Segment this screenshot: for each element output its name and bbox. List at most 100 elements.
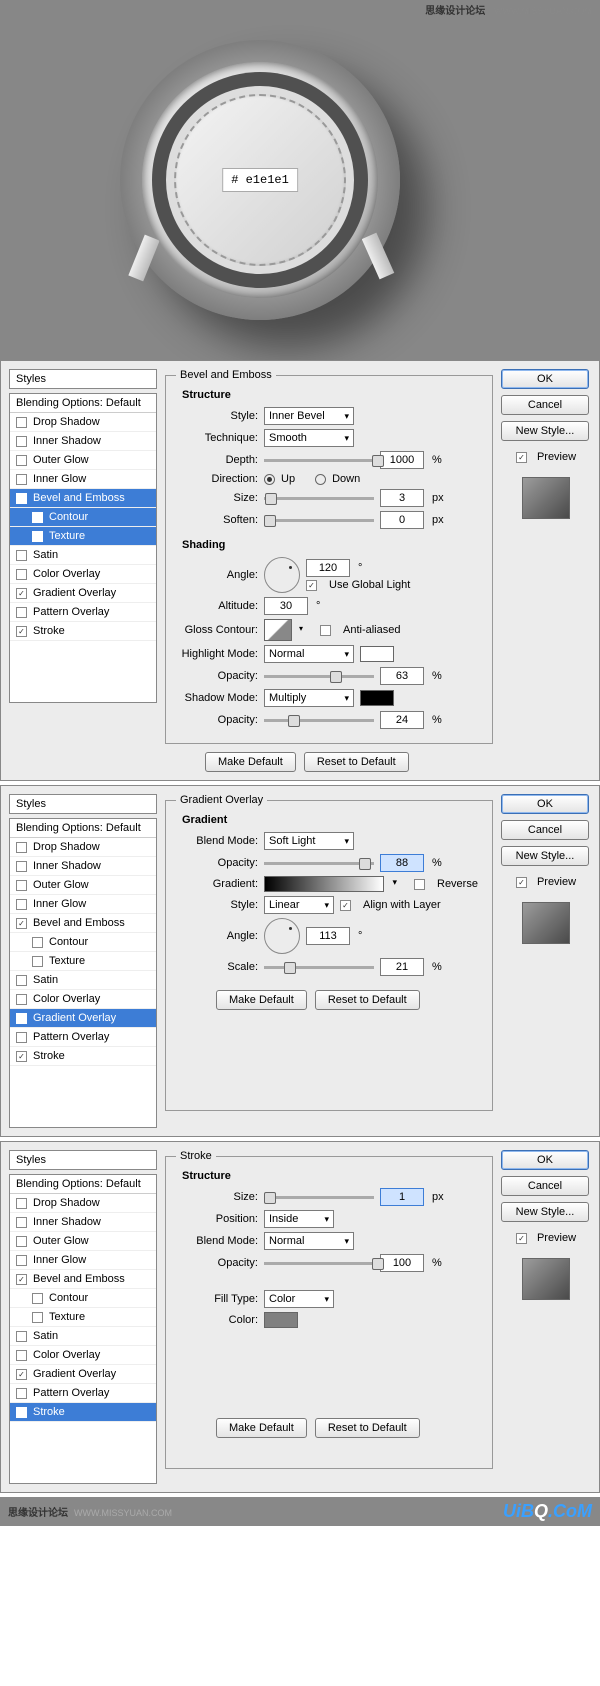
style-satin[interactable]: Satin [10, 546, 156, 565]
style-color-overlay[interactable]: Color Overlay [10, 990, 156, 1009]
preview-cb[interactable] [516, 452, 527, 463]
style-outer-glow[interactable]: Outer Glow [10, 876, 156, 895]
stroke-size-slider[interactable] [264, 1196, 374, 1199]
gradient-picker[interactable] [264, 876, 384, 892]
style-inner-shadow[interactable]: Inner Shadow [10, 432, 156, 451]
anti-alias-cb[interactable] [320, 625, 331, 636]
style-pattern-overlay[interactable]: Pattern Overlay [10, 1028, 156, 1047]
style-bevel-emboss[interactable]: Bevel and Emboss [10, 1270, 156, 1289]
reset-default-button[interactable]: Reset to Default [315, 990, 420, 1010]
style-inner-glow[interactable]: Inner Glow [10, 1251, 156, 1270]
style-bevel-emboss[interactable]: Bevel and Emboss [10, 489, 156, 508]
new-style-button[interactable]: New Style... [501, 421, 589, 441]
grad-opacity-slider[interactable] [264, 862, 374, 865]
make-default-button[interactable]: Make Default [216, 1418, 307, 1438]
stroke-opacity-slider[interactable] [264, 1262, 374, 1265]
reset-default-button[interactable]: Reset to Default [304, 752, 409, 772]
align-cb[interactable] [340, 900, 351, 911]
stroke-blend-dd[interactable]: Normal [264, 1232, 354, 1250]
new-style-button[interactable]: New Style... [501, 846, 589, 866]
style-inner-shadow[interactable]: Inner Shadow [10, 857, 156, 876]
style-satin[interactable]: Satin [10, 971, 156, 990]
highlight-color[interactable] [360, 646, 394, 662]
preview-cb[interactable] [516, 877, 527, 888]
grad-opacity-input[interactable]: 88 [380, 854, 424, 872]
style-drop-shadow[interactable]: Drop Shadow [10, 838, 156, 857]
soften-slider[interactable] [264, 519, 374, 522]
hl-opacity-slider[interactable] [264, 675, 374, 678]
grad-scale-slider[interactable] [264, 966, 374, 969]
style-pattern-overlay[interactable]: Pattern Overlay [10, 603, 156, 622]
style-color-overlay[interactable]: Color Overlay [10, 565, 156, 584]
grad-blend-dd[interactable]: Soft Light [264, 832, 354, 850]
style-contour[interactable]: Contour [10, 1289, 156, 1308]
highlight-mode-dd[interactable]: Normal [264, 645, 354, 663]
altitude-input[interactable]: 30 [264, 597, 308, 615]
style-inner-glow[interactable]: Inner Glow [10, 895, 156, 914]
grad-angle-input[interactable]: 113 [306, 927, 350, 945]
size-input[interactable]: 3 [380, 489, 424, 507]
style-pattern-overlay[interactable]: Pattern Overlay [10, 1384, 156, 1403]
make-default-button[interactable]: Make Default [205, 752, 296, 772]
stroke-size-input[interactable]: 1 [380, 1188, 424, 1206]
style-texture[interactable]: Texture [10, 1308, 156, 1327]
style-stroke[interactable]: Stroke [10, 1403, 156, 1422]
style-inner-shadow[interactable]: Inner Shadow [10, 1213, 156, 1232]
style-gradient-overlay[interactable]: Gradient Overlay [10, 584, 156, 603]
blending-options[interactable]: Blending Options: Default [10, 394, 156, 413]
dir-down-radio[interactable] [315, 474, 326, 485]
cancel-button[interactable]: Cancel [501, 820, 589, 840]
bevel-tech-dd[interactable]: Smooth [264, 429, 354, 447]
sh-opacity-slider[interactable] [264, 719, 374, 722]
blending-options[interactable]: Blending Options: Default [10, 819, 156, 838]
ok-button[interactable]: OK [501, 794, 589, 814]
ok-button[interactable]: OK [501, 369, 589, 389]
style-drop-shadow[interactable]: Drop Shadow [10, 1194, 156, 1213]
style-bevel-emboss[interactable]: Bevel and Emboss [10, 914, 156, 933]
ok-button[interactable]: OK [501, 1150, 589, 1170]
style-stroke[interactable]: Stroke [10, 622, 156, 641]
angle-input[interactable]: 120 [306, 559, 350, 577]
preview-cb[interactable] [516, 1233, 527, 1244]
make-default-button[interactable]: Make Default [216, 990, 307, 1010]
reset-default-button[interactable]: Reset to Default [315, 1418, 420, 1438]
cancel-button[interactable]: Cancel [501, 395, 589, 415]
grad-style-dd[interactable]: Linear [264, 896, 334, 914]
style-color-overlay[interactable]: Color Overlay [10, 1346, 156, 1365]
style-contour[interactable]: Contour [10, 508, 156, 527]
style-gradient-overlay[interactable]: Gradient Overlay [10, 1009, 156, 1028]
size-slider[interactable] [264, 497, 374, 500]
sh-opacity-input[interactable]: 24 [380, 711, 424, 729]
bevel-style-dd[interactable]: Inner Bevel [264, 407, 354, 425]
blending-options[interactable]: Blending Options: Default [10, 1175, 156, 1194]
stroke-color[interactable] [264, 1312, 298, 1328]
style-satin[interactable]: Satin [10, 1327, 156, 1346]
stroke-opacity-input[interactable]: 100 [380, 1254, 424, 1272]
hl-opacity-input[interactable]: 63 [380, 667, 424, 685]
reverse-cb[interactable] [414, 879, 425, 890]
soften-input[interactable]: 0 [380, 511, 424, 529]
gloss-contour[interactable] [264, 619, 292, 641]
style-contour[interactable]: Contour [10, 933, 156, 952]
global-light-cb[interactable] [306, 580, 317, 591]
fill-type-dd[interactable]: Color [264, 1290, 334, 1308]
style-inner-glow[interactable]: Inner Glow [10, 470, 156, 489]
grad-angle-dial[interactable] [264, 918, 300, 954]
grad-scale-input[interactable]: 21 [380, 958, 424, 976]
cancel-button[interactable]: Cancel [501, 1176, 589, 1196]
style-drop-shadow[interactable]: Drop Shadow [10, 413, 156, 432]
stroke-pos-dd[interactable]: Inside [264, 1210, 334, 1228]
shadow-color[interactable] [360, 690, 394, 706]
depth-slider[interactable] [264, 459, 374, 462]
new-style-button[interactable]: New Style... [501, 1202, 589, 1222]
shadow-mode-dd[interactable]: Multiply [264, 689, 354, 707]
style-texture[interactable]: Texture [10, 527, 156, 546]
dir-up-radio[interactable] [264, 474, 275, 485]
style-outer-glow[interactable]: Outer Glow [10, 1232, 156, 1251]
style-stroke[interactable]: Stroke [10, 1047, 156, 1066]
angle-dial[interactable] [264, 557, 300, 593]
style-outer-glow[interactable]: Outer Glow [10, 451, 156, 470]
style-gradient-overlay[interactable]: Gradient Overlay [10, 1365, 156, 1384]
depth-input[interactable]: 1000 [380, 451, 424, 469]
style-texture[interactable]: Texture [10, 952, 156, 971]
